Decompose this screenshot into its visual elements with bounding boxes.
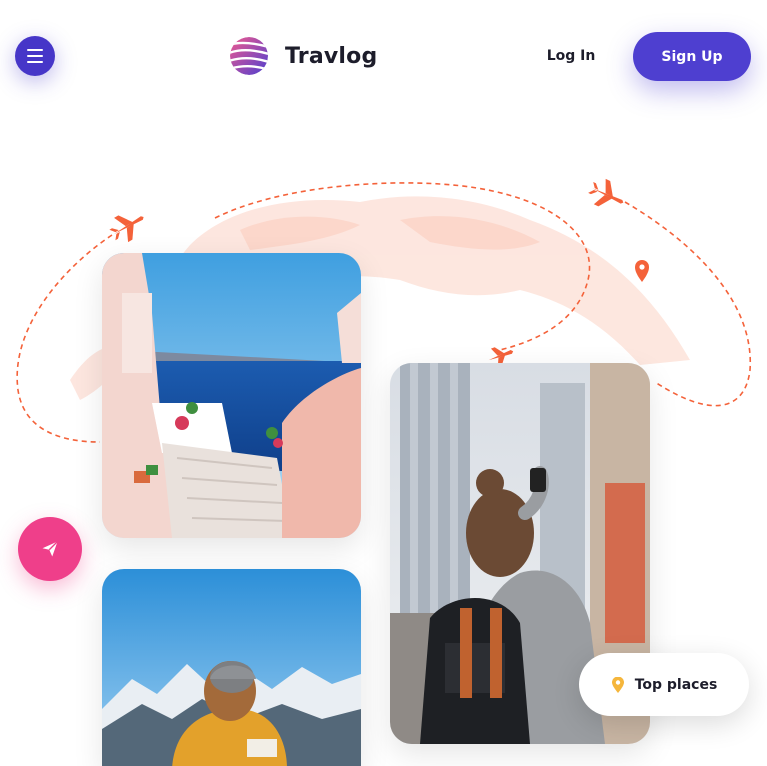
airplane-icon [588, 178, 624, 207]
santorini-photo [102, 253, 361, 538]
brand[interactable]: Travlog [229, 36, 377, 76]
menu-icon-bar [27, 61, 43, 63]
brand-name: Travlog [285, 43, 378, 69]
map-pin-icon [635, 260, 649, 282]
travlog-logo-icon [230, 37, 268, 75]
route-line [16, 234, 113, 443]
menu-button[interactable] [15, 36, 55, 76]
airplane-icon [109, 215, 144, 243]
menu-icon-bar [27, 55, 43, 57]
signup-button[interactable]: Sign Up [633, 32, 751, 81]
login-link[interactable]: Log In [541, 44, 601, 68]
top-places-badge[interactable]: Top places [579, 653, 749, 716]
map-pin-icon [611, 676, 624, 693]
menu-icon-bar [27, 49, 43, 51]
send-button[interactable] [18, 517, 82, 581]
mountain-traveler-photo [102, 569, 361, 766]
top-places-label: Top places [634, 676, 718, 693]
send-icon [42, 541, 58, 557]
